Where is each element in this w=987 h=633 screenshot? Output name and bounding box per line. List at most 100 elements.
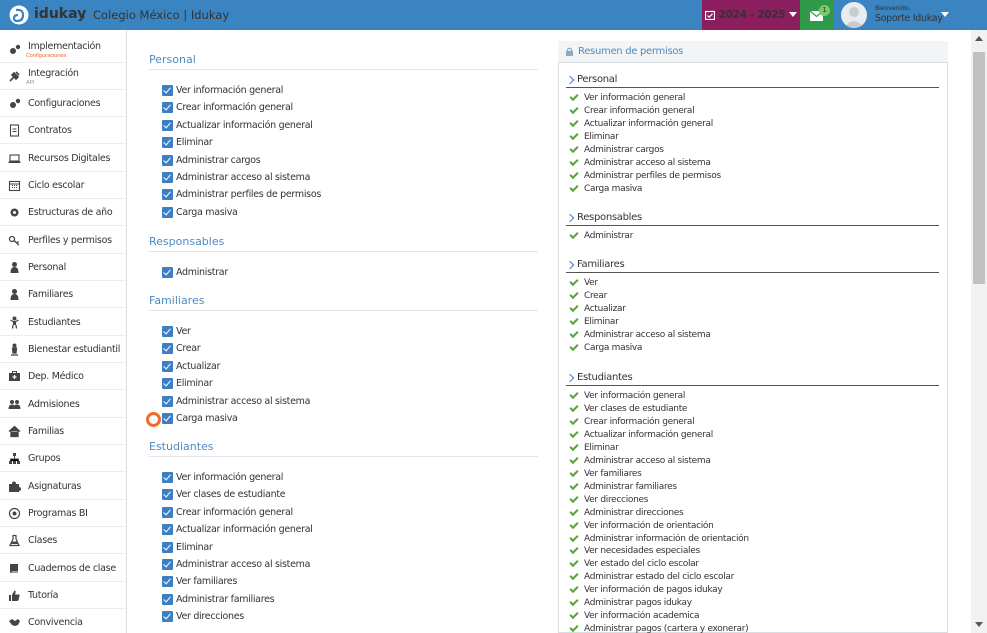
checkbox-checked-icon[interactable]	[162, 506, 173, 518]
checkbox-checked-icon[interactable]	[162, 472, 173, 483]
sidebar-item-integracion[interactable]: Integración API	[0, 63, 126, 90]
checkbox-checked-icon[interactable]	[162, 343, 173, 355]
sidebar-item-ciclo-escolar[interactable]: Ciclo escolar	[0, 173, 126, 199]
sidebar-item-implementacion[interactable]: Implementación Configuraciones	[0, 36, 126, 63]
checkbox-checked-icon[interactable]	[162, 559, 173, 570]
permission-label: Administrar familiares	[176, 593, 275, 605]
messages-button[interactable]	[800, 0, 834, 30]
checkbox-checked-icon[interactable]	[162, 576, 173, 588]
summary-group-familiares[interactable]: Familiares	[566, 259, 939, 273]
sidebar-item-perfiles-y-permisos[interactable]: Perfiles y permisos	[0, 228, 126, 254]
checkbox-checked-icon[interactable]	[162, 611, 173, 623]
checkbox-checked-icon[interactable]	[162, 593, 173, 605]
sidebar-item-bienestar-estudiantil[interactable]: Bienestar estudiantil	[0, 337, 126, 363]
user-name[interactable]: Soporte Idukay	[875, 13, 943, 24]
sidebar-item-grupos[interactable]: Grupos	[0, 446, 126, 472]
user-dropdown-icon[interactable]	[941, 12, 949, 17]
sidebar-item-estructuras-de-ano[interactable]: Estructuras de año	[0, 200, 126, 226]
checkbox-checked-icon[interactable]	[162, 189, 173, 201]
sidebar-item-admisiones[interactable]: Admisiones	[0, 392, 126, 418]
checkbox-checked-icon[interactable]	[162, 154, 173, 166]
permission-checkbox[interactable]: Crear información general	[162, 506, 293, 518]
scroll-down-arrow-icon[interactable]	[975, 622, 983, 627]
checkbox-checked-icon[interactable]	[162, 172, 173, 183]
permission-checkbox[interactable]: Ver	[162, 326, 191, 337]
permission-checkbox[interactable]: Eliminar	[162, 137, 213, 149]
checkbox-checked-icon[interactable]	[162, 102, 173, 114]
sidebar-item-personal[interactable]: Personal	[0, 255, 126, 281]
summary-item-label: Administrar acceso al sistema	[584, 329, 711, 340]
checkbox-checked-icon[interactable]	[162, 326, 173, 337]
school-name: Colegio México | Idukay	[93, 8, 230, 22]
summary-item: Ver familiares	[569, 467, 642, 479]
checkbox-checked-icon[interactable]	[162, 360, 173, 372]
sidebar-item-estudiantes[interactable]: Estudiantes	[0, 310, 126, 336]
permission-checkbox[interactable]: Administrar acceso al sistema	[162, 395, 310, 407]
summary-item: Administrar acceso al sistema	[569, 454, 711, 466]
permission-checkbox[interactable]: Administrar acceso al sistema	[162, 559, 310, 570]
sidebar-item-label: Tutoría	[28, 590, 59, 601]
permission-checkbox[interactable]: Eliminar	[162, 378, 213, 390]
sidebar-item-familiares[interactable]: Familiares	[0, 282, 126, 308]
permission-checkbox[interactable]: Ver clases de estudiante	[162, 489, 286, 501]
checkbox-checked-icon[interactable]	[162, 395, 173, 407]
permission-checkbox[interactable]: Carga masiva	[162, 206, 238, 218]
summary-group-estudiantes[interactable]: Estudiantes	[566, 372, 939, 386]
sidebar-item-clases[interactable]: Clases	[0, 528, 126, 554]
permission-checkbox[interactable]: Ver familiares	[162, 576, 237, 588]
sidebar-item-tutoria[interactable]: Tutoría	[0, 583, 126, 609]
checkbox-checked-icon[interactable]	[162, 541, 173, 553]
summary-group-personal[interactable]: Personal	[566, 74, 939, 88]
permission-checkbox[interactable]: Ver información general	[162, 472, 283, 483]
sidebar-item-familias[interactable]: Familias	[0, 419, 126, 445]
permission-checkbox[interactable]: Administrar acceso al sistema	[162, 172, 310, 183]
checkbox-checked-icon[interactable]	[162, 413, 173, 424]
sidebar-item-recursos-digitales[interactable]: Recursos Digitales	[0, 146, 126, 172]
checkbox-checked-icon[interactable]	[162, 267, 173, 278]
logo-separator: :	[82, 7, 86, 21]
permission-checkbox[interactable]: Carga masiva	[162, 413, 238, 424]
permission-checkbox[interactable]: Administrar perfiles de permisos	[162, 189, 321, 201]
permission-label: Administrar acceso al sistema	[176, 172, 311, 183]
summary-item: Ver	[569, 276, 598, 288]
permission-checkbox[interactable]: Crear información general	[162, 102, 293, 114]
permission-label: Ver	[176, 326, 191, 337]
permission-checkbox[interactable]: Crear	[162, 343, 201, 355]
checkbox-checked-icon[interactable]	[162, 206, 173, 218]
medkit-icon	[9, 371, 20, 381]
permission-label: Actualizar información general	[176, 524, 313, 536]
permission-checkbox[interactable]: Actualizar información general	[162, 524, 313, 536]
sidebar-item-contratos[interactable]: Contratos	[0, 118, 126, 144]
checkbox-checked-icon[interactable]	[162, 137, 173, 149]
sidebar-item-cuadernos-de-clase[interactable]: Cuadernos de clase	[0, 556, 126, 582]
permission-checkbox[interactable]: Administrar cargos	[162, 154, 261, 166]
permission-checkbox[interactable]: Eliminar	[162, 541, 213, 553]
handshake-icon	[9, 619, 20, 626]
sidebar-item-configuraciones[interactable]: Configuraciones	[0, 91, 126, 117]
sidebar-item-convivencia[interactable]: Convivencia	[0, 610, 126, 633]
checkbox-checked-icon[interactable]	[162, 524, 173, 536]
logo-text[interactable]: idukay	[34, 6, 86, 22]
school-year-selector[interactable]: 2024 - 2025	[702, 0, 800, 30]
sidebar-item-programas-bi[interactable]: Programas BI	[0, 501, 126, 527]
checkbox-checked-icon[interactable]	[162, 489, 173, 501]
summary-group-responsables[interactable]: Responsables	[566, 212, 939, 226]
check-icon	[569, 315, 579, 325]
checkbox-checked-icon[interactable]	[162, 378, 173, 390]
avatar[interactable]	[841, 2, 867, 28]
permission-checkbox[interactable]: Ver información general	[162, 85, 283, 96]
permission-checkbox[interactable]: Actualizar información general	[162, 119, 313, 131]
checkbox-checked-icon[interactable]	[162, 119, 173, 131]
sidebar-item-asignaturas[interactable]: Asignaturas	[0, 474, 126, 500]
scrollbar-thumb[interactable]	[973, 52, 985, 284]
permission-checkbox[interactable]: Ver direcciones	[162, 611, 244, 623]
permission-checkbox[interactable]: Administrar familiares	[162, 593, 275, 605]
avatar-silhouette-icon	[844, 7, 864, 28]
sidebar-item-dep-medico[interactable]: Dep. Médico	[0, 364, 126, 390]
checkbox-checked-icon[interactable]	[162, 85, 173, 96]
permission-checkbox[interactable]: Actualizar	[162, 360, 220, 372]
sidebar-item-label: Contratos	[28, 125, 72, 136]
permission-checkbox[interactable]: Administrar	[162, 267, 228, 278]
idukay-logo-icon[interactable]	[9, 5, 29, 25]
scroll-up-arrow-icon[interactable]	[975, 36, 983, 41]
